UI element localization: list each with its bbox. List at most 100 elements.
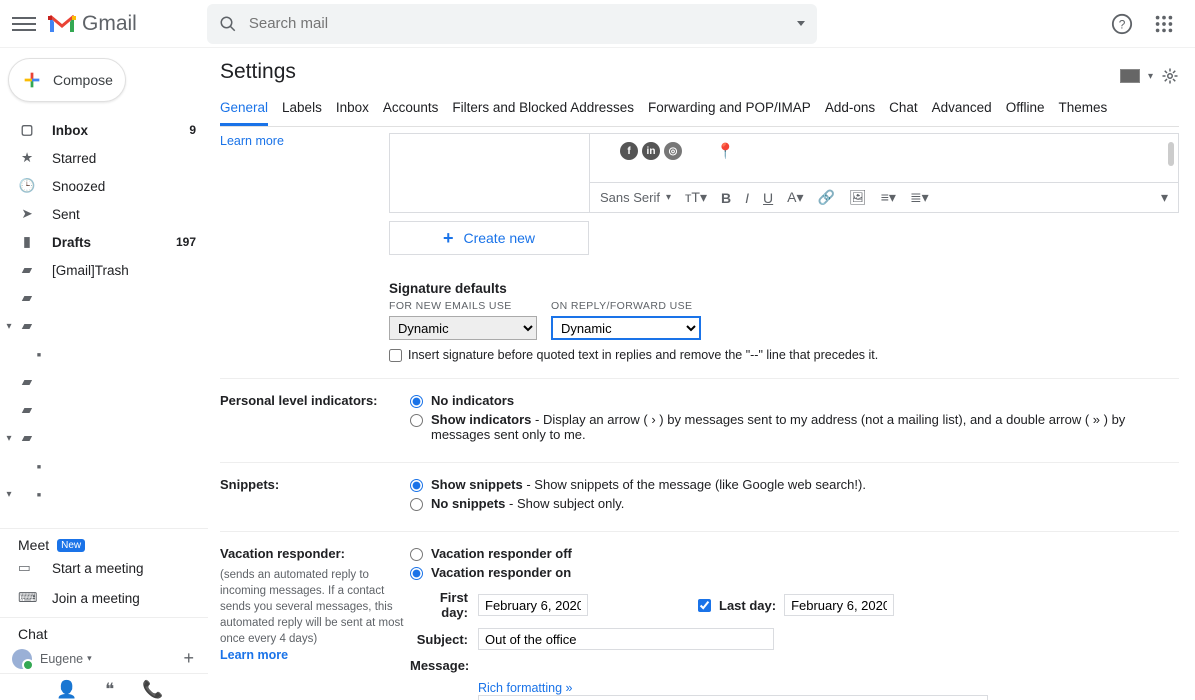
tab-advanced[interactable]: Advanced	[932, 92, 992, 126]
first-day-label: First day:	[410, 590, 468, 620]
nav-sent[interactable]: ➤Sent	[0, 200, 208, 228]
nav-label-8[interactable]: ▾▪	[0, 480, 208, 508]
tab-forwarding[interactable]: Forwarding and POP/IMAP	[648, 92, 811, 126]
text-color-button[interactable]: A▾	[787, 189, 803, 206]
linkedin-icon[interactable]: in	[642, 142, 660, 160]
list-button[interactable]: ≣▾	[910, 189, 929, 206]
vacation-label: Vacation responder:	[220, 546, 345, 561]
help-icon[interactable]: ?	[1111, 13, 1133, 35]
font-selector[interactable]: Sans Serif▾	[600, 190, 671, 205]
align-button[interactable]: ≡▾	[881, 189, 896, 206]
chevron-down-icon: ▾	[4, 489, 14, 500]
create-new-signature-button[interactable]: + Create new	[389, 221, 589, 255]
facebook-icon[interactable]: f	[620, 142, 638, 160]
for-new-emails-select[interactable]: Dynamic	[389, 316, 537, 340]
phone-icon[interactable]: 📞	[142, 680, 163, 700]
tab-labels[interactable]: Labels	[282, 92, 322, 126]
add-chat-button[interactable]: +	[183, 648, 194, 669]
no-snippets-radio[interactable]	[410, 498, 423, 511]
subject-label: Subject:	[410, 632, 468, 647]
gear-icon[interactable]	[1161, 67, 1179, 85]
search-input[interactable]	[249, 15, 789, 32]
tab-chat[interactable]: Chat	[889, 92, 918, 126]
on-reply-label: ON REPLY/FORWARD USE	[551, 300, 701, 312]
nav-drafts[interactable]: ▮Drafts197	[0, 228, 208, 256]
vacation-off-radio[interactable]	[410, 548, 423, 561]
subject-input[interactable]	[478, 628, 774, 650]
person-icon[interactable]: 👤	[56, 680, 77, 700]
chevron-down-icon[interactable]: ▾	[1148, 71, 1153, 82]
link-button[interactable]: 🔗	[818, 189, 835, 206]
tab-addons[interactable]: Add-ons	[825, 92, 875, 126]
vacation-learn-more-link[interactable]: Learn more	[220, 648, 288, 662]
underline-button[interactable]: U	[763, 190, 773, 206]
instagram-icon[interactable]: ◎	[664, 142, 682, 160]
tab-inbox[interactable]: Inbox	[336, 92, 369, 126]
tab-offline[interactable]: Offline	[1006, 92, 1045, 126]
scrollbar[interactable]	[1168, 142, 1174, 166]
italic-button[interactable]: I	[745, 190, 749, 206]
snippets-label: Snippets:	[220, 477, 410, 515]
nav-label-2[interactable]: ▾▰	[0, 312, 208, 340]
chat-user-name: Eugene	[40, 652, 83, 666]
personal-indicators-row: Personal level indicators: No indicators…	[220, 378, 1179, 446]
compose-button[interactable]: Compose	[8, 58, 126, 102]
hangouts-icon[interactable]: ❝	[105, 680, 114, 700]
on-reply-forward-select[interactable]: Dynamic	[551, 316, 701, 340]
tab-general[interactable]: General	[220, 92, 268, 126]
search-options-dropdown[interactable]	[797, 21, 805, 26]
content-area: Settings ▾ General Labels Inbox Accounts…	[208, 48, 1195, 700]
chevron-down-icon[interactable]: ▾	[87, 653, 92, 664]
tab-filters[interactable]: Filters and Blocked Addresses	[452, 92, 634, 126]
svg-text:?: ?	[1119, 17, 1126, 31]
search-icon	[219, 15, 237, 33]
gmail-logo[interactable]: Gmail	[48, 12, 137, 36]
vacation-message-textarea[interactable]	[478, 695, 988, 700]
rich-formatting-link[interactable]: Rich formatting »	[478, 681, 1179, 695]
nav-label-4[interactable]: ▰	[0, 368, 208, 396]
last-day-input[interactable]	[784, 594, 894, 616]
tab-themes[interactable]: Themes	[1058, 92, 1107, 126]
chat-user-row[interactable]: Eugene ▾ +	[12, 648, 208, 669]
nav-label-7[interactable]: ▪	[0, 452, 208, 480]
nav-label-3[interactable]: ▪	[0, 340, 208, 368]
image-button[interactable]: 🖼	[849, 189, 867, 206]
gmail-text: Gmail	[82, 12, 137, 36]
nav-label-6[interactable]: ▾▰	[0, 424, 208, 452]
signature-list[interactable]	[389, 133, 589, 213]
no-indicators-label: No indicators	[431, 393, 514, 408]
nav-inbox[interactable]: ▢Inbox9	[0, 116, 208, 144]
label-icon: ▰	[18, 289, 36, 307]
tab-accounts[interactable]: Accounts	[383, 92, 439, 126]
label-icon: ▰	[18, 429, 36, 447]
more-options-button[interactable]: ▾	[1161, 189, 1168, 206]
snippets-row: Snippets: Show snippets - Show snippets …	[220, 462, 1179, 515]
show-indicators-desc: - Display an arrow ( › ) by messages sen…	[431, 412, 1125, 442]
signature-preview[interactable]: f in ◎ 📍 Sans Serif▾ тT▾ B I	[589, 133, 1179, 213]
nav-snoozed[interactable]: 🕒Snoozed	[0, 172, 208, 200]
nav-gmail-trash[interactable]: ▰[Gmail]Trash	[0, 256, 208, 284]
vacation-responder-row: Vacation responder: (sends an automated …	[220, 531, 1179, 700]
font-size-button[interactable]: тT▾	[685, 189, 707, 206]
bold-button[interactable]: B	[721, 190, 731, 206]
last-day-checkbox[interactable]	[698, 599, 711, 612]
learn-more-link[interactable]: Learn more	[220, 134, 284, 148]
search-bar[interactable]	[207, 4, 817, 44]
nav-starred[interactable]: ★Starred	[0, 144, 208, 172]
input-tools-button[interactable]	[1120, 69, 1140, 83]
vacation-on-radio[interactable]	[410, 567, 423, 580]
settings-tabs: General Labels Inbox Accounts Filters an…	[220, 92, 1179, 127]
apps-grid-icon[interactable]	[1153, 13, 1175, 35]
first-day-input[interactable]	[478, 594, 588, 616]
chevron-down-icon: ▾	[4, 433, 14, 444]
show-indicators-radio[interactable]	[410, 414, 423, 427]
join-meeting[interactable]: ⌨Join a meeting	[18, 583, 208, 613]
no-indicators-radio[interactable]	[410, 395, 423, 408]
insert-signature-checkbox[interactable]	[389, 349, 402, 362]
new-badge: New	[57, 539, 85, 552]
nav-label-1[interactable]: ▰	[0, 284, 208, 312]
start-meeting[interactable]: ▭Start a meeting	[18, 553, 208, 583]
main-menu-button[interactable]	[12, 12, 36, 36]
nav-label-5[interactable]: ▰	[0, 396, 208, 424]
show-snippets-radio[interactable]	[410, 479, 423, 492]
